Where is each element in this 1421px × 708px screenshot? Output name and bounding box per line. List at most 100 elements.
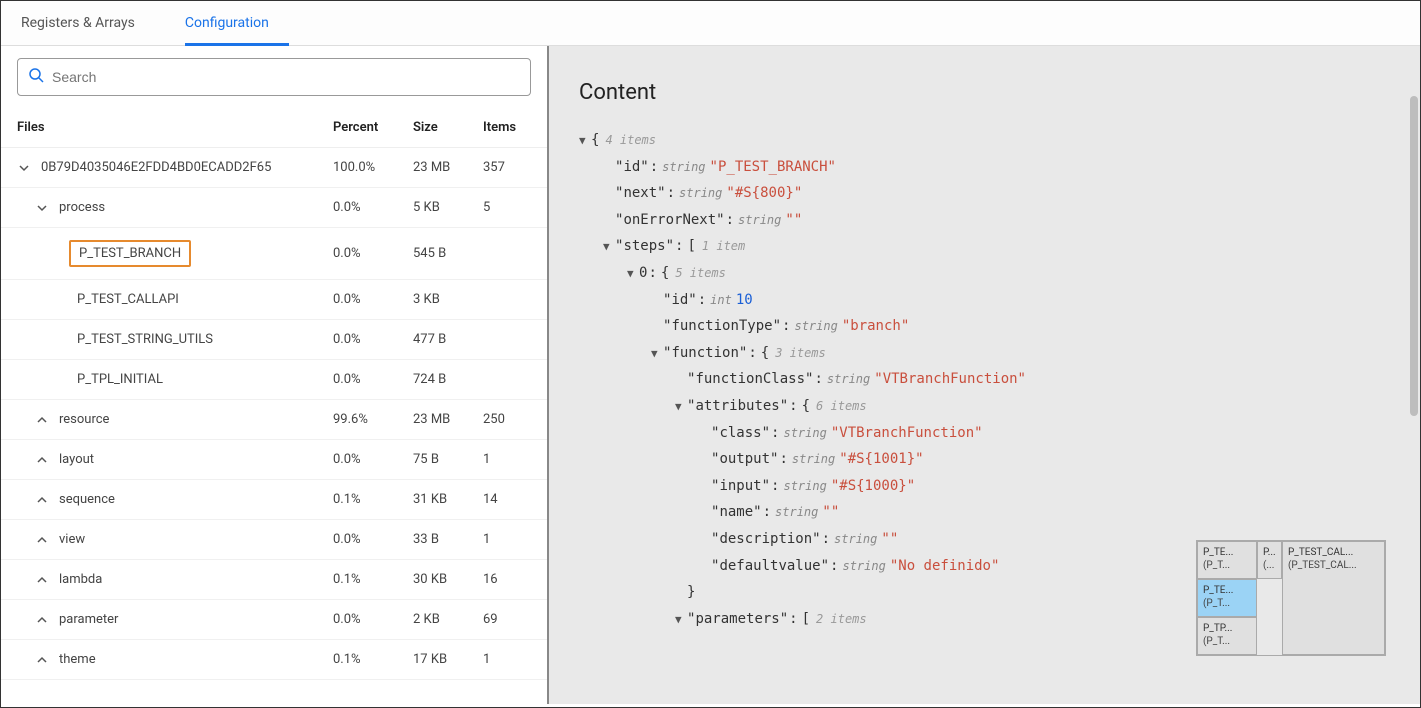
col-files: Files [17,120,333,135]
cell-size: 17 KB [413,652,483,667]
chevron-up-icon[interactable] [35,413,49,427]
file-name: resource [59,412,109,427]
tab-registers[interactable]: Registers & Arrays [21,1,155,45]
tab-configuration[interactable]: Configuration [185,1,289,46]
cell-percent: 0.0% [333,200,413,215]
table-row[interactable]: parameter 0.0%2 KB69 [1,600,547,640]
cell-percent: 0.0% [333,372,413,387]
table-row[interactable]: P_TPL_INITIAL 0.0%724 B [1,360,547,400]
cell-size: 23 MB [413,160,483,175]
table-row[interactable]: sequence 0.1%31 KB14 [1,480,547,520]
file-name: theme [59,652,96,667]
table-row[interactable]: 0B79D4035046E2FDD4BD0ECADD2F65 100.0%23 M… [1,148,547,188]
cell-size: 30 KB [413,572,483,587]
file-name: lambda [59,572,102,587]
file-name: P_TEST_STRING_UTILS [77,332,213,347]
cell-items: 16 [483,572,543,587]
cell-percent: 0.0% [333,292,413,307]
cell-percent: 0.0% [333,612,413,627]
table-row[interactable]: P_TEST_CALLAPI 0.0%3 KB [1,280,547,320]
chevron-up-icon[interactable] [35,613,49,627]
file-name: 0B79D4035046E2FDD4BD0ECADD2F65 [41,160,271,175]
file-name: P_TPL_INITIAL [77,372,163,387]
cell-items: 5 [483,200,543,215]
minimap-cell-selected[interactable]: P_TE...(P_T... [1197,579,1257,617]
caret-none [53,247,67,261]
json-step-function[interactable]: ▼function:{3 items [579,340,1390,367]
cell-size: 724 B [413,372,483,387]
chevron-down-icon[interactable] [17,161,31,175]
table-row[interactable]: theme0.1%17 KB1 [1,640,547,680]
caret-none [53,333,67,347]
cell-percent: 0.1% [333,652,413,667]
file-name: view [59,532,85,547]
json-attr-output: ▼output:string#S{1001} [579,446,1390,473]
json-attr-name: ▼name:string [579,499,1390,526]
content-title: Content [579,80,1390,105]
cell-percent: 0.0% [333,452,413,467]
table-row[interactable]: process 0.0%5 KB5 [1,188,547,228]
json-field-steps[interactable]: ▼steps:[1 item [579,233,1390,260]
json-step-id: ▼id:int10 [579,287,1390,314]
chevron-up-icon[interactable] [35,653,49,667]
cell-percent: 0.1% [333,572,413,587]
table-row[interactable]: lambda 0.1%30 KB16 [1,560,547,600]
file-name: sequence [59,492,115,507]
cell-size: 5 KB [413,200,483,215]
minimap[interactable]: P_TE...(P_T... P...(... P_TEST_CAL...(P_… [1196,540,1386,656]
cell-size: 23 MB [413,412,483,427]
table-row[interactable]: P_TEST_BRANCH0.0%545 B [1,228,547,280]
table-row[interactable]: P_TEST_STRING_UTILS0.0%477 B [1,320,547,360]
minimap-cell[interactable]: P...(... [1257,541,1282,579]
file-name: P_TEST_CALLAPI [77,292,179,307]
json-step-functiontype: ▼functionType:stringbranch [579,313,1390,340]
minimap-cell[interactable]: P_TEST_CAL...(P_TEST_CAL... [1282,541,1385,655]
cell-percent: 99.6% [333,412,413,427]
table-row[interactable]: view 0.0%33 B1 [1,520,547,560]
tabs-bar: Registers & Arrays Configuration [1,1,1420,46]
col-percent: Percent [333,120,413,135]
cell-size: 3 KB [413,292,483,307]
cell-items: 1 [483,452,543,467]
cell-percent: 0.1% [333,492,413,507]
cell-items: 357 [483,160,543,175]
search-input[interactable] [52,69,520,85]
col-size: Size [413,120,483,135]
chevron-up-icon[interactable] [35,533,49,547]
cell-percent: 100.0% [333,160,413,175]
json-attr-input: ▼input:string#S{1000} [579,473,1390,500]
json-functionclass: ▼functionClass:stringVTBranchFunction [579,366,1390,393]
cell-percent: 0.0% [333,532,413,547]
cell-size: 75 B [413,452,483,467]
cell-items: 1 [483,532,543,547]
minimap-cell[interactable]: P_TP...(P_T... [1197,617,1257,655]
file-table-body: 0B79D4035046E2FDD4BD0ECADD2F65100.0%23 M… [1,148,547,704]
cell-items: 14 [483,492,543,507]
table-row[interactable]: layout 0.0%75 B1 [1,440,547,480]
json-field-id: ▼id:stringP_TEST_BRANCH [579,154,1390,181]
cell-size: 33 B [413,532,483,547]
file-name: parameter [59,612,118,627]
cell-size: 31 KB [413,492,483,507]
cell-items: 250 [483,412,543,427]
cell-percent: 0.0% [333,332,413,347]
json-root-open[interactable]: ▼{4 items [579,127,1390,154]
file-browser-pane: Files Percent Size Items 0B79D4035046E2F… [1,46,549,704]
search-box[interactable] [17,58,531,96]
file-name: layout [59,452,94,467]
chevron-up-icon[interactable] [35,493,49,507]
cell-size: 2 KB [413,612,483,627]
chevron-down-icon[interactable] [35,201,49,215]
chevron-up-icon[interactable] [35,453,49,467]
cell-items: 69 [483,612,543,627]
table-row[interactable]: resource 99.6%23 MB250 [1,400,547,440]
caret-none [53,293,67,307]
minimap-cell[interactable]: P_TE...(P_T... [1197,541,1257,579]
chevron-up-icon[interactable] [35,573,49,587]
col-items: Items [483,120,543,135]
json-step-0[interactable]: ▼0:{5 items [579,260,1390,287]
file-table-header: Files Percent Size Items [1,108,547,148]
search-icon [28,67,52,87]
json-attributes[interactable]: ▼attributes:{6 items [579,393,1390,420]
file-name: process [59,200,105,215]
